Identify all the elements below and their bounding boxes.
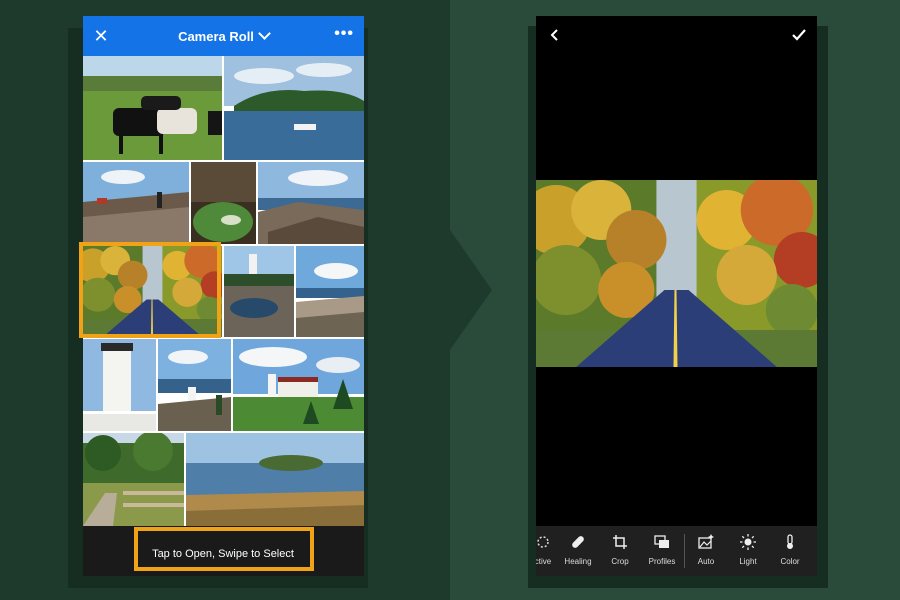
tool-label: Healing bbox=[564, 557, 592, 566]
tool-auto[interactable]: Auto bbox=[686, 526, 726, 576]
album-picker[interactable]: Camera Roll bbox=[83, 27, 364, 44]
bandage-icon bbox=[572, 536, 584, 548]
photo-rocky-coast-hiker[interactable] bbox=[83, 162, 189, 244]
photo-lighthouse-house[interactable] bbox=[233, 339, 364, 431]
back-chevron-icon[interactable] bbox=[548, 28, 562, 42]
thermometer-icon bbox=[787, 534, 793, 549]
toolbar-divider bbox=[684, 534, 685, 568]
tool-label: Profiles bbox=[648, 557, 676, 566]
hint-highlight bbox=[134, 527, 314, 571]
photo-preview[interactable] bbox=[536, 180, 817, 367]
profiles-icon bbox=[654, 535, 669, 548]
tool-selective[interactable]: ctive bbox=[536, 526, 556, 576]
tool-light[interactable]: Light bbox=[728, 526, 768, 576]
crop-icon bbox=[613, 535, 627, 549]
photo-tide-pool[interactable] bbox=[191, 162, 256, 244]
tool-label: Light bbox=[739, 557, 757, 566]
edit-toolbar: ctive Healing Crop Profiles Auto Light C… bbox=[536, 526, 817, 576]
tool-label: Auto bbox=[697, 557, 715, 566]
camera-roll-header: ✕ Camera Roll ••• bbox=[83, 16, 364, 56]
transition-arrow bbox=[450, 230, 492, 350]
tool-healing[interactable]: Healing bbox=[558, 526, 598, 576]
tool-label: Crop bbox=[611, 557, 629, 566]
tool-label: Color bbox=[780, 557, 800, 566]
photo-rocky-beach[interactable] bbox=[296, 246, 364, 337]
photo-cows[interactable] bbox=[83, 56, 222, 160]
auto-icon bbox=[698, 534, 714, 549]
editor-screen: ctive Healing Crop Profiles Auto Light C… bbox=[536, 16, 817, 576]
photo-fence-path[interactable] bbox=[83, 433, 184, 526]
sun-icon bbox=[740, 534, 756, 550]
album-title: Camera Roll bbox=[178, 29, 254, 44]
photo-rocky-shore[interactable] bbox=[258, 162, 364, 244]
selected-photo-highlight bbox=[79, 242, 221, 338]
tool-profiles[interactable]: Profiles bbox=[640, 526, 684, 576]
photo-lighthouse-rocks[interactable] bbox=[224, 246, 294, 337]
photo-coastal-lighthouse[interactable] bbox=[158, 339, 231, 431]
photo-harbor[interactable] bbox=[224, 56, 364, 160]
more-icon[interactable]: ••• bbox=[334, 26, 354, 42]
checkmark-icon[interactable] bbox=[791, 28, 807, 42]
tool-crop[interactable]: Crop bbox=[600, 526, 640, 576]
photo-white-lighthouse[interactable] bbox=[83, 339, 156, 431]
tool-label: ctive bbox=[536, 557, 552, 566]
chevron-down-icon bbox=[258, 27, 271, 40]
tool-color[interactable]: Color bbox=[770, 526, 810, 576]
photo-island-bay[interactable] bbox=[186, 433, 364, 526]
selective-icon bbox=[537, 536, 549, 548]
